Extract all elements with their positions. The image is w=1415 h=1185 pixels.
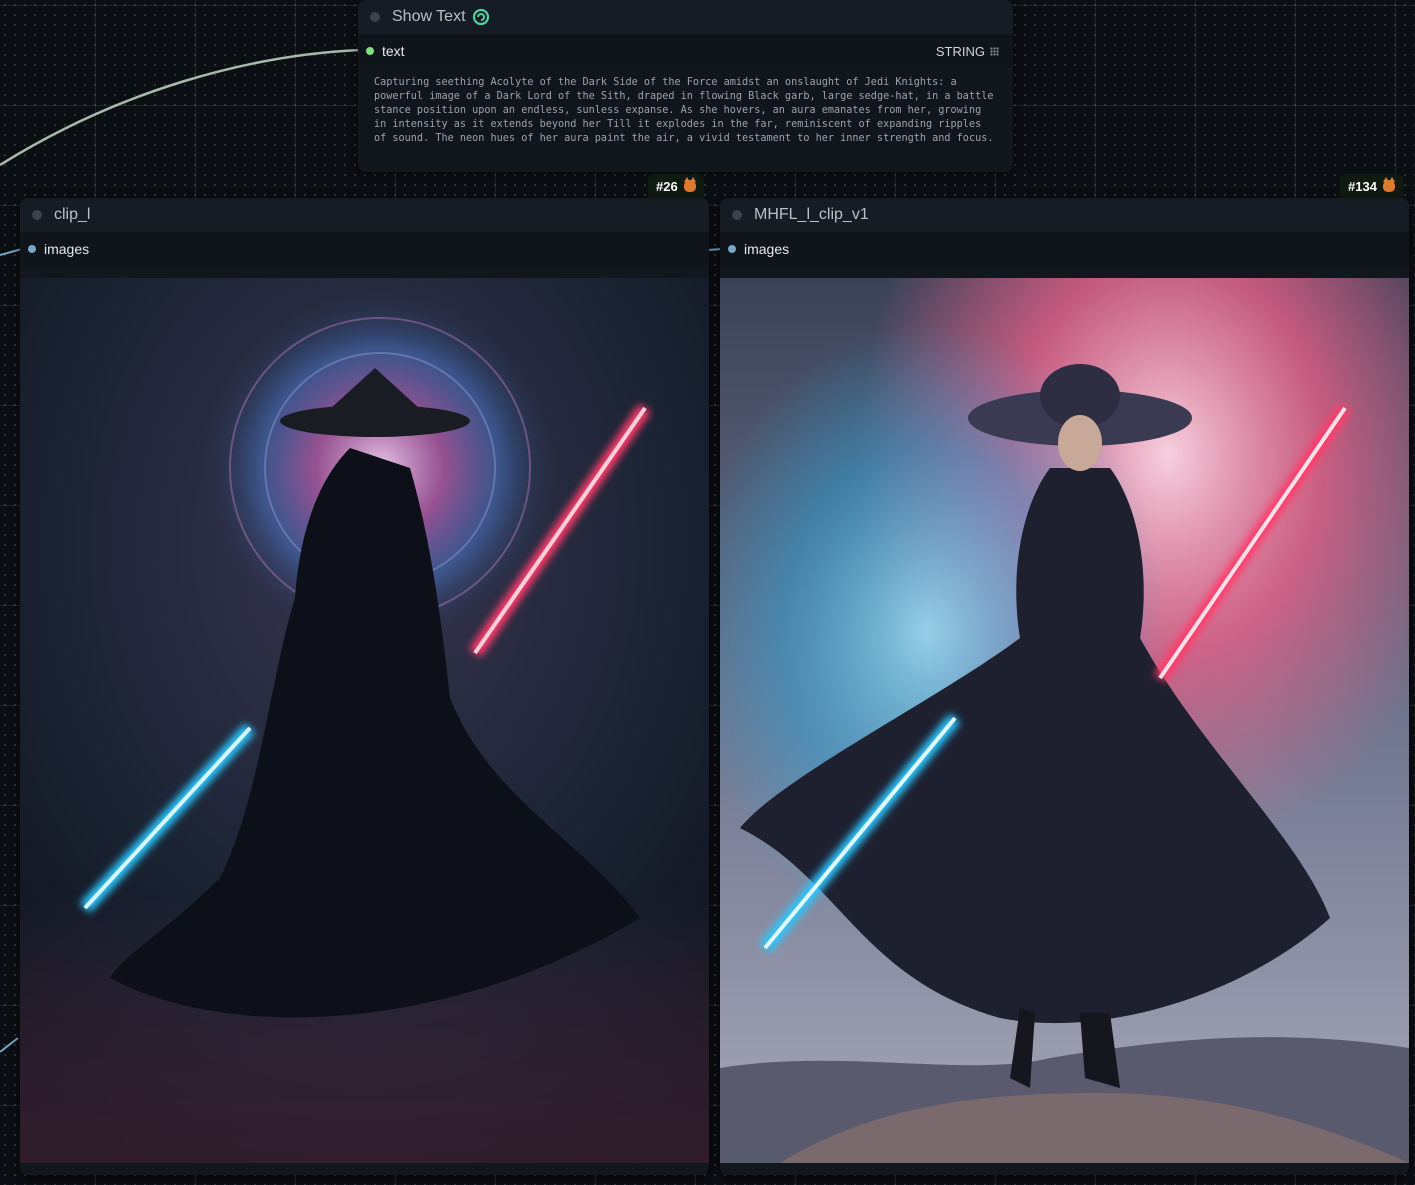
- node-title: Show Text: [392, 8, 466, 25]
- images-input-slot[interactable]: images: [720, 232, 1409, 266]
- slot-type-label: STRING: [935, 44, 985, 59]
- fox-icon: [683, 177, 696, 192]
- grid-handle-icon: [990, 47, 999, 56]
- fox-icon: [1382, 177, 1395, 192]
- node-title: MHFL_l_clip_v1: [754, 206, 869, 223]
- slot-label: images: [44, 241, 90, 257]
- slot-label: images: [744, 241, 790, 257]
- input-connector-icon[interactable]: [366, 47, 374, 55]
- input-connector-icon[interactable]: [728, 245, 736, 253]
- collapse-toggle-icon[interactable]: [32, 210, 42, 220]
- show-text-node[interactable]: Show Text text STRING Capturing seething…: [358, 0, 1013, 172]
- input-connector-icon[interactable]: [28, 245, 36, 253]
- badge-label: #134: [1348, 178, 1377, 194]
- badge-label: #26: [656, 178, 678, 194]
- node-title: clip_l: [54, 206, 91, 223]
- text-output-slot[interactable]: text STRING: [358, 34, 1013, 68]
- sith-silhouette-illustration: [20, 278, 709, 1163]
- node-id-badge-left: #26: [648, 174, 704, 198]
- collapse-toggle-icon[interactable]: [732, 210, 742, 220]
- slot-type: STRING: [936, 44, 999, 59]
- collapse-toggle-icon[interactable]: [370, 12, 380, 22]
- images-input-slot[interactable]: images: [20, 232, 709, 266]
- preview-image-node-left[interactable]: clip_l images: [20, 198, 709, 1175]
- preview-image[interactable]: [720, 278, 1409, 1163]
- preview-image[interactable]: [20, 278, 709, 1163]
- text-display[interactable]: Capturing seething Acolyte of the Dark S…: [368, 68, 1003, 154]
- node-header[interactable]: clip_l: [20, 198, 709, 232]
- node-id-badge-right: #134: [1340, 174, 1403, 198]
- preview-image-node-right[interactable]: MHFL_l_clip_v1 images: [720, 198, 1409, 1175]
- node-header[interactable]: Show Text: [358, 0, 1013, 34]
- node-header[interactable]: MHFL_l_clip_v1: [720, 198, 1409, 232]
- slot-label: text: [382, 43, 405, 59]
- sith-woman-illustration: [720, 278, 1409, 1163]
- snake-brand-icon: [472, 8, 489, 26]
